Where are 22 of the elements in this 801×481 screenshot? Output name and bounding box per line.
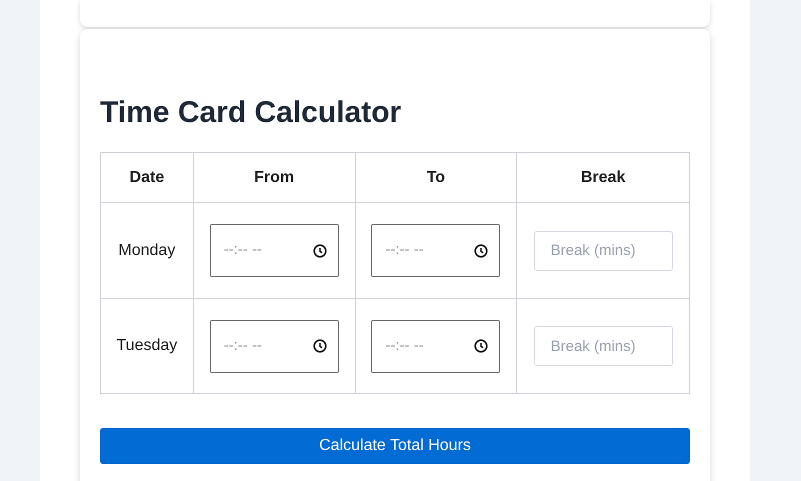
clock-icon bbox=[312, 244, 327, 258]
column-header: Date bbox=[100, 152, 194, 202]
time-field[interactable]: --:-- -- bbox=[210, 320, 339, 372]
column-header: Break bbox=[516, 152, 690, 202]
column-header: From bbox=[193, 152, 355, 202]
clock-icon bbox=[474, 244, 488, 258]
time-placeholder: --:-- -- bbox=[385, 336, 424, 356]
time-field[interactable]: --:-- -- bbox=[371, 224, 500, 277]
break-field[interactable]: Break (mins) bbox=[534, 326, 673, 366]
time-placeholder: --:-- -- bbox=[385, 240, 424, 260]
page-title: Time Card Calculator bbox=[100, 95, 402, 131]
date-cell: Tuesday bbox=[100, 298, 194, 394]
time-field[interactable]: --:-- -- bbox=[371, 320, 500, 372]
break-field[interactable]: Break (mins) bbox=[534, 230, 673, 270]
date-cell: Monday bbox=[100, 202, 194, 298]
calculate-button[interactable]: Calculate Total Hours bbox=[100, 428, 690, 464]
clock-icon bbox=[474, 339, 488, 353]
time-placeholder: --:-- -- bbox=[224, 240, 262, 260]
column-header: To bbox=[355, 152, 517, 202]
time-placeholder: --:-- -- bbox=[224, 336, 262, 356]
clock-icon bbox=[312, 339, 327, 353]
time-field[interactable]: --:-- -- bbox=[210, 224, 339, 277]
